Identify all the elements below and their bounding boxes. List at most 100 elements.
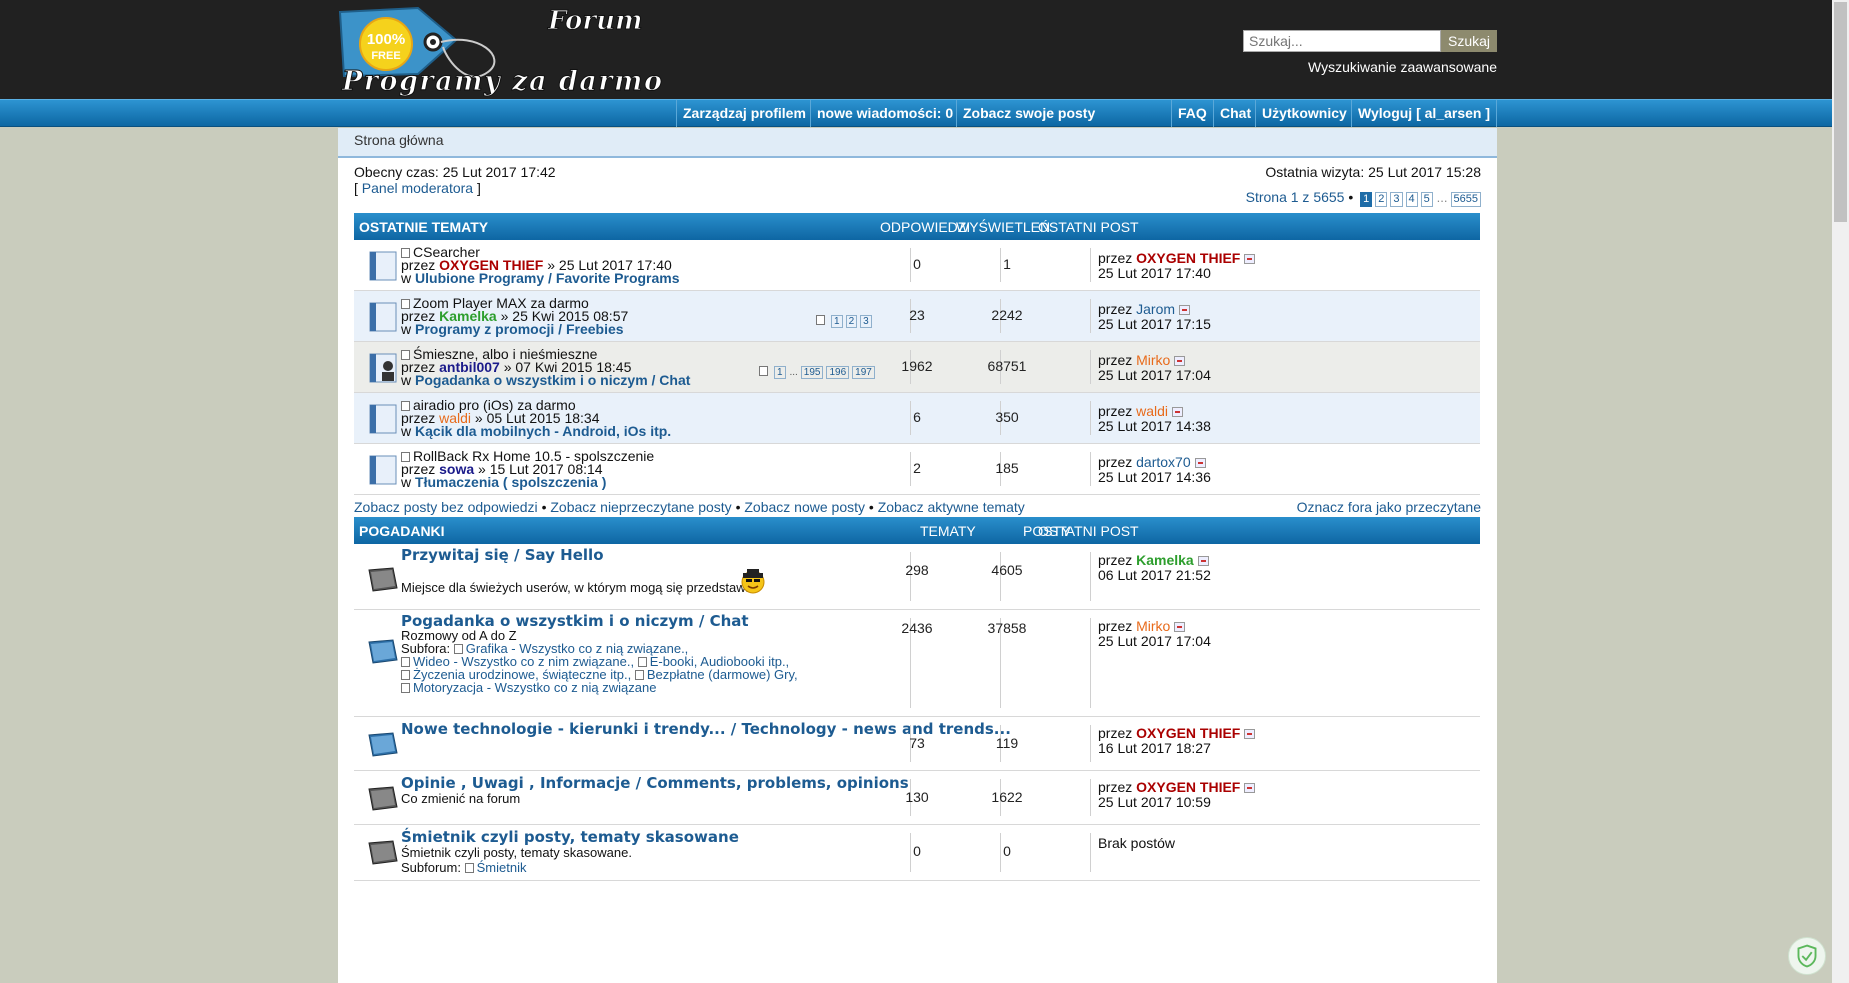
moderator-panel-link[interactable]: Panel moderatora	[362, 180, 473, 196]
topics-count: 2436	[901, 620, 933, 636]
forum-read-icon	[368, 786, 398, 811]
topic-page[interactable]: 196	[826, 366, 850, 379]
forum-title[interactable]: Opinie , Uwagi , Informacje / Comments, …	[401, 774, 909, 792]
topic-page[interactable]: 195	[800, 366, 824, 379]
subforum-link[interactable]: Bezpłatne (darmowe) Gry,	[647, 667, 798, 682]
new-posts-link[interactable]: Zobacz nowe posty	[744, 499, 865, 515]
forum-read-icon	[368, 840, 398, 865]
topics-count: 130	[905, 789, 929, 805]
advanced-search-link[interactable]: Wyszukiwanie zaawansowane	[1308, 59, 1497, 75]
nav-your-posts[interactable]: Zobacz swoje posty	[956, 100, 1101, 127]
scrollbar-thumb[interactable]	[1834, 2, 1847, 222]
link-bullet: •	[735, 499, 741, 515]
last-post-user[interactable]: waldi	[1136, 403, 1168, 419]
topic-page-ellipsis: ...	[789, 367, 798, 378]
last-post-date: 25 Lut 2017 17:04	[1098, 633, 1211, 649]
nav-manage-profile[interactable]: Zarządzaj profilem	[676, 100, 812, 127]
page-2[interactable]: 2	[1375, 192, 1388, 207]
go-to-post-icon[interactable]	[1197, 556, 1209, 566]
nav-chat[interactable]: Chat	[1213, 100, 1257, 127]
nav-faq[interactable]: FAQ	[1171, 100, 1213, 127]
col-last-post: OSTATNI POST	[1038, 219, 1139, 235]
unanswered-posts-link[interactable]: Zobacz posty bez odpowiedzi	[354, 499, 538, 515]
go-to-post-icon[interactable]	[1194, 458, 1206, 468]
col-views: WYŚWIETLEŃ	[956, 219, 1051, 235]
security-shield-icon[interactable]	[1788, 937, 1826, 975]
table-row[interactable]: RollBack Rx Home 10.5 - spolszczenie prz…	[354, 444, 1480, 495]
last-post-user[interactable]: dartox70	[1136, 454, 1190, 470]
main-content: Strona główna Obecny czas: 25 Lut 2017 1…	[338, 128, 1497, 983]
last-post-date: 25 Lut 2017 10:59	[1098, 794, 1211, 810]
forum-row[interactable]: Pogadanka o wszystkim i o niczym / Chat …	[354, 610, 1480, 717]
topic-page[interactable]: 3	[860, 315, 872, 328]
table-row[interactable]: Zoom Player MAX za darmo przez Kamelka »…	[354, 291, 1480, 342]
col-recent-title: OSTATNIE TEMATY	[359, 219, 489, 235]
site-logo[interactable]: 100% FREE Forum Programy za darmo	[338, 2, 668, 97]
page-scrollbar[interactable]	[1832, 0, 1849, 983]
last-by-label: przez	[1098, 250, 1133, 266]
last-post-user[interactable]: OXYGEN THIEF	[1136, 250, 1240, 266]
last-post-user[interactable]: OXYGEN THIEF	[1136, 779, 1240, 795]
mark-forums-read-link[interactable]: Oznacz fora jako przeczytane	[1297, 499, 1481, 515]
last-post-user[interactable]: Mirko	[1136, 618, 1170, 634]
table-row[interactable]: airadio pro (iOs) za darmo przez waldi »…	[354, 393, 1480, 444]
breadcrumb-home[interactable]: Strona główna	[354, 132, 444, 148]
topic-forum-link[interactable]: Programy z promocji / Freebies	[415, 321, 624, 337]
go-to-post-icon[interactable]	[1179, 305, 1191, 315]
last-post-user[interactable]: Jarom	[1136, 301, 1175, 317]
pages-icon	[759, 366, 768, 376]
unread-posts-link[interactable]: Zobacz nieprzeczytane posty	[550, 499, 731, 515]
last-by-label: przez	[1098, 403, 1133, 419]
pagination-label[interactable]: Strona 1 z 5655	[1246, 189, 1345, 205]
nav-users[interactable]: Użytkownicy	[1255, 100, 1353, 127]
forum-title[interactable]: Przywitaj się / Say Hello	[401, 546, 604, 564]
subforum-icon	[637, 657, 647, 667]
last-by-label: przez	[1098, 454, 1133, 470]
table-row[interactable]: CSearcher przez OXYGEN THIEF » 25 Lut 20…	[354, 240, 1480, 291]
replies-count: 0	[913, 256, 921, 272]
forum-row[interactable]: Nowe technologie - kierunki i trendy... …	[354, 717, 1480, 771]
pages-icon	[816, 315, 825, 325]
topic-page[interactable]: 1	[774, 366, 786, 379]
page-3[interactable]: 3	[1390, 192, 1403, 207]
go-to-post-icon[interactable]	[1172, 407, 1184, 417]
topic-forum-link[interactable]: Kącik dla mobilnych - Android, iOs itp.	[415, 423, 671, 439]
subforum-link[interactable]: Motoryzacja - Wszystko co z nią związane	[413, 680, 656, 695]
last-post-user[interactable]: OXYGEN THIEF	[1136, 725, 1240, 741]
in-label: w	[401, 321, 412, 337]
nav-new-messages[interactable]: nowe wiadomości: 0	[810, 100, 959, 127]
page-1[interactable]: 1	[1360, 192, 1373, 207]
go-to-post-icon[interactable]	[1174, 356, 1186, 366]
forum-row[interactable]: Śmietnik czyli posty, tematy skasowane Ś…	[354, 825, 1480, 881]
forum-row[interactable]: Przywitaj się / Say Hello Miejsce dla św…	[354, 544, 1480, 610]
search-button[interactable]: Szukaj	[1441, 30, 1497, 52]
topic-page[interactable]: 2	[845, 315, 858, 328]
last-post-user[interactable]: Kamelka	[1136, 552, 1194, 568]
table-row[interactable]: Śmieszne, albo i nieśmieszne przez antbi…	[354, 342, 1480, 393]
page-last[interactable]: 5655	[1450, 192, 1481, 207]
go-to-post-icon[interactable]	[1174, 622, 1186, 632]
forum-row[interactable]: Opinie , Uwagi , Informacje / Comments, …	[354, 771, 1480, 825]
forum-description: Śmietnik czyli posty, tematy skasowane.	[401, 845, 632, 860]
subforum-link[interactable]: Śmietnik	[477, 860, 527, 875]
topic-read-icon	[369, 455, 397, 485]
topic-forum-link[interactable]: Ulubione Programy / Favorite Programs	[415, 270, 680, 286]
go-to-post-icon[interactable]	[1244, 729, 1256, 739]
topic-forum-link[interactable]: Tłumaczenia ( spolszczenia )	[415, 474, 606, 490]
nav-logout[interactable]: Wyloguj [ al_arsen ]	[1351, 100, 1497, 127]
topic-forum-link[interactable]: Pogadanka o wszystkim i o niczym / Chat	[415, 372, 690, 388]
page-5[interactable]: 5	[1420, 192, 1433, 207]
topic-pages: 123	[816, 311, 872, 328]
search-input[interactable]	[1243, 30, 1441, 52]
forum-title[interactable]: Śmietnik czyli posty, tematy skasowane	[401, 828, 739, 846]
last-by-label: przez	[1098, 552, 1133, 568]
forum-read-icon	[368, 567, 398, 592]
topic-page[interactable]: 1	[831, 315, 843, 328]
active-topics-link[interactable]: Zobacz aktywne tematy	[878, 499, 1025, 515]
go-to-post-icon[interactable]	[1244, 254, 1256, 264]
col-last-post-label: OSTATNI POST	[1038, 523, 1139, 539]
last-post-user[interactable]: Mirko	[1136, 352, 1170, 368]
page-4[interactable]: 4	[1405, 192, 1418, 207]
views-count: 2242	[991, 307, 1023, 323]
go-to-post-icon[interactable]	[1244, 783, 1256, 793]
